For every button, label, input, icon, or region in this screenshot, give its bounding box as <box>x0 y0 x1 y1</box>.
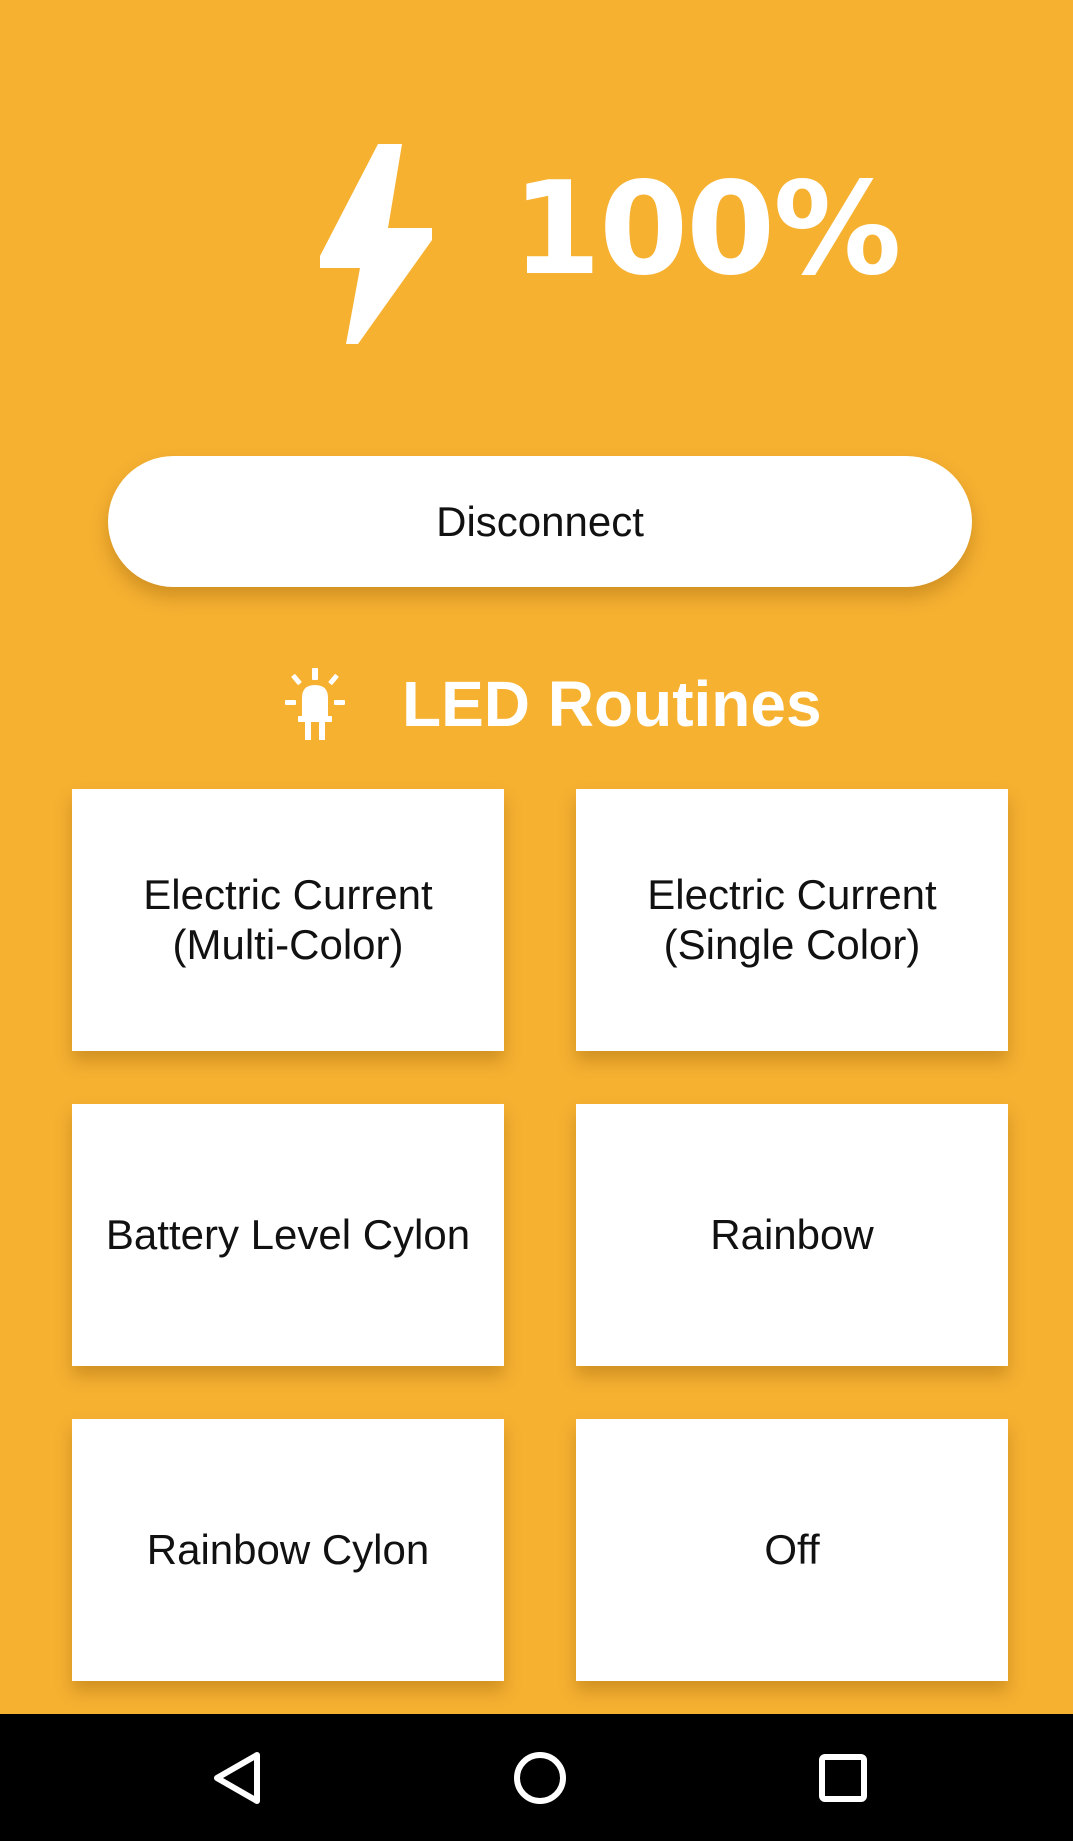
system-navigation-bar <box>0 1714 1073 1841</box>
routine-label-line2: (Multi-Color) <box>172 921 404 968</box>
back-button[interactable] <box>167 1714 307 1841</box>
routine-rainbow-button[interactable]: Rainbow <box>576 1104 1008 1366</box>
routine-label: Rainbow <box>710 1211 874 1258</box>
led-bulb-icon <box>285 668 345 740</box>
routine-battery-level-cylon-button[interactable]: Battery Level Cylon <box>72 1104 504 1366</box>
routine-label: Rainbow Cylon <box>146 1526 430 1573</box>
routine-label-line1: Electric Current <box>647 871 937 918</box>
routine-label-line2: (Single Color) <box>663 921 921 968</box>
routine-label-line1: Electric Current <box>143 871 433 918</box>
routine-label: Off <box>764 1526 820 1573</box>
routine-label: Battery Level Cylon <box>105 1211 471 1258</box>
routine-rainbow-cylon-button[interactable]: Rainbow Cylon <box>72 1419 504 1681</box>
routines-header: LED Routines <box>0 660 1073 748</box>
routines-title: LED Routines <box>402 668 822 740</box>
battery-level-text: 100% <box>512 155 901 304</box>
home-button[interactable] <box>470 1714 610 1841</box>
home-circle-icon <box>514 1751 566 1804</box>
app-screen: 100% Disconnect LED Routines Electric Cu… <box>0 0 1073 1714</box>
routine-off-button[interactable]: Off <box>576 1419 1008 1681</box>
recent-apps-square-icon <box>819 1753 867 1802</box>
disconnect-button[interactable]: Disconnect <box>108 456 972 587</box>
back-triangle-icon <box>214 1751 260 1804</box>
routine-electric-current-single-color-button[interactable]: Electric Current (Single Color) <box>576 789 1008 1051</box>
battery-status: 100% <box>0 130 1073 360</box>
routine-electric-current-multi-color-button[interactable]: Electric Current (Multi-Color) <box>72 789 504 1051</box>
lightning-bolt-icon <box>320 144 432 344</box>
recent-apps-button[interactable] <box>773 1714 913 1841</box>
